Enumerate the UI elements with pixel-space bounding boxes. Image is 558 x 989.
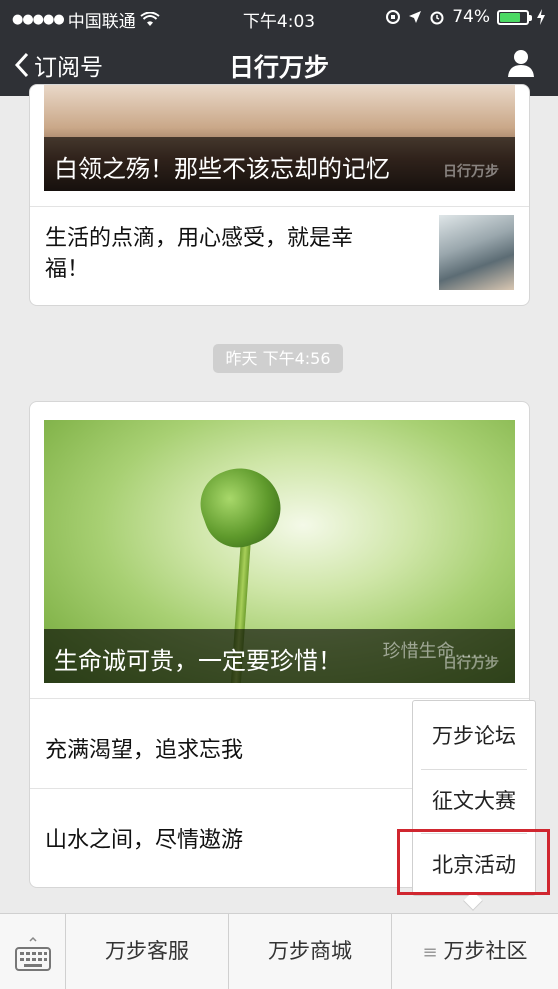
hero-caption-text: 生命诚可贵，一定要珍惜！: [54, 647, 342, 675]
bottom-menu-bar: 万步客服 万步商城 ≡ 万步社区: [0, 913, 558, 989]
battery-icon: [497, 9, 532, 25]
watermark: 日行万步: [443, 656, 499, 672]
keyboard-icon: [15, 936, 51, 971]
menu-item-forum[interactable]: 万步论坛: [421, 705, 527, 767]
battery-percent: 74%: [452, 7, 490, 27]
profile-button[interactable]: [506, 48, 536, 82]
menu-tab-community[interactable]: ≡ 万步社区: [392, 914, 558, 989]
message-card: 白领之殇！那些不该忘却的记忆 日行万步 生活的点滴，用心感受，就是幸福！: [29, 84, 530, 306]
rotation-lock-icon: [386, 10, 401, 24]
article-item[interactable]: 生活的点滴，用心感受，就是幸福！: [30, 206, 529, 305]
highlight-box: [397, 829, 550, 895]
message-timestamp: 昨天 下午4:56: [213, 344, 343, 373]
top-bar: ●●●●● 中国联通 下午4:03 74% 订阅号 日行万步: [0, 0, 558, 96]
article-hero[interactable]: 白领之殇！那些不该忘却的记忆 日行万步: [44, 85, 515, 191]
menu-tab-label: 万步社区: [443, 939, 528, 963]
menu-tab-store[interactable]: 万步商城: [229, 914, 392, 989]
submenu-icon: ≡: [422, 942, 438, 963]
sprout-image: [191, 457, 291, 557]
article-thumbnail: [439, 215, 514, 290]
article-title: 山水之间，尽情遨游: [45, 828, 244, 853]
location-icon: [409, 11, 422, 23]
menu-item-essay-contest[interactable]: 征文大赛: [421, 769, 527, 831]
menu-tab-customer-service[interactable]: 万步客服: [66, 914, 229, 989]
watermark: 日行万步: [443, 164, 499, 180]
page-title: 日行万步: [228, 53, 329, 82]
article-hero[interactable]: 生命诚可贵，一定要珍惜！ 珍惜生命...... 日行万步: [44, 420, 515, 683]
article-title: 生活的点滴，用心感受，就是幸福！: [45, 226, 354, 282]
person-icon: [508, 50, 534, 77]
status-bar: ●●●●● 中国联通 下午4:03 74%: [0, 0, 558, 34]
article-title: 充满渴望，追求忘我: [45, 738, 244, 763]
alarm-icon: [430, 11, 444, 25]
status-right: 74%: [385, 7, 546, 27]
charging-icon: [537, 9, 545, 25]
hero-caption: 生命诚可贵，一定要珍惜！ 珍惜生命...... 日行万步: [44, 629, 515, 683]
keyboard-toggle-button[interactable]: [0, 914, 66, 989]
